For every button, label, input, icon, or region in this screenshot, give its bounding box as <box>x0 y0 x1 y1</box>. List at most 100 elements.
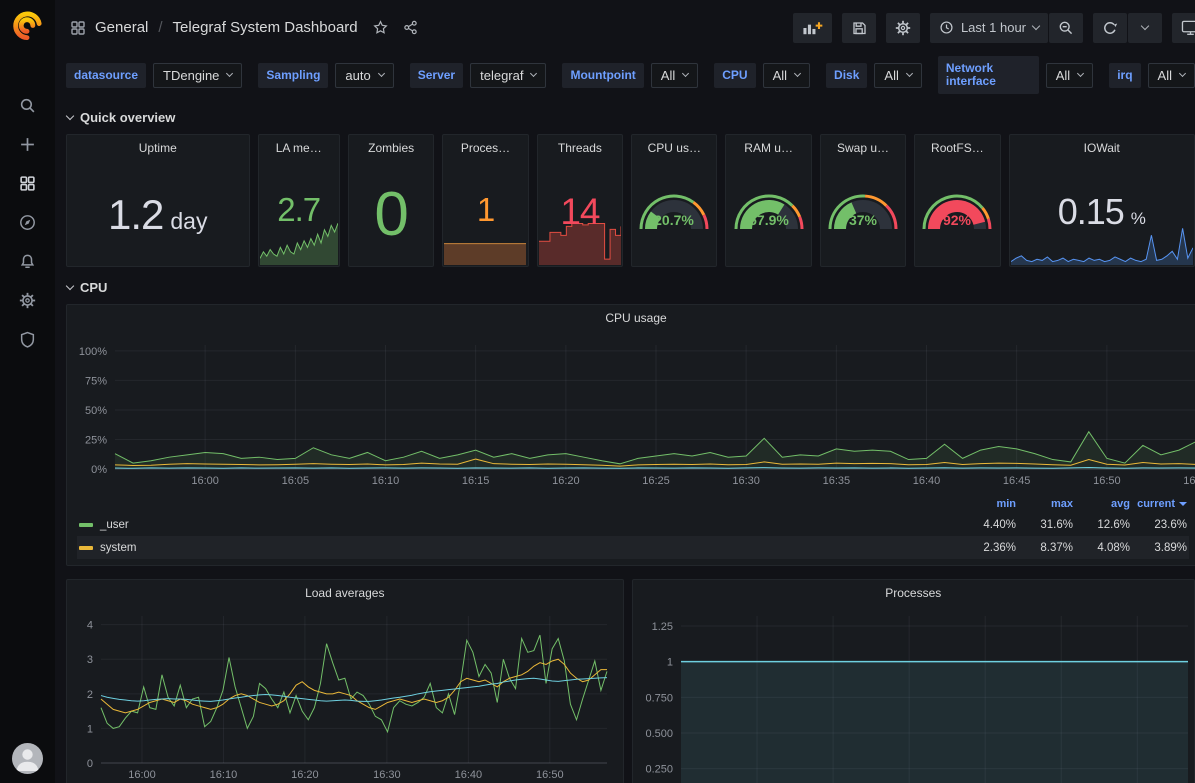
panel-threads: Threads 14 <box>537 134 623 267</box>
legend-header-current[interactable]: current <box>1130 498 1187 510</box>
chevron-down-icon <box>1179 69 1186 76</box>
gear-icon <box>895 20 911 36</box>
variable-mountpoint: Mountpoint All <box>562 63 698 88</box>
panel-title[interactable]: IOWait <box>1010 141 1194 155</box>
cycle-view-mode-button[interactable] <box>1172 13 1195 43</box>
svg-text:37%: 37% <box>849 212 878 228</box>
svg-text:0.500: 0.500 <box>645 728 673 740</box>
zoom-out-button[interactable] <box>1049 13 1083 43</box>
cpu-usage-chart[interactable]: 16:0016:0516:1016:1516:2016:2516:3016:35… <box>75 329 1195 491</box>
variable-label: Network interface <box>938 56 1039 94</box>
sidebar-item-alerting[interactable] <box>0 242 55 281</box>
sidebar-item-search[interactable] <box>0 86 55 125</box>
panel-title[interactable]: RootFS… <box>915 141 999 155</box>
sidebar-item-explore[interactable] <box>0 203 55 242</box>
variable-network-interface: Network interface All <box>938 56 1093 94</box>
svg-text:0.250: 0.250 <box>645 764 673 776</box>
variable-value-dropdown[interactable]: TDengine <box>153 63 242 88</box>
chevron-down-icon <box>1032 21 1040 29</box>
variable-label: irq <box>1109 63 1140 88</box>
stat-value: 0 <box>349 179 433 250</box>
variable-value-dropdown[interactable]: All <box>651 63 698 88</box>
refresh-group <box>1093 13 1162 43</box>
chevron-down-icon <box>906 69 913 76</box>
legend-series-toggle[interactable]: system <box>79 542 959 554</box>
breadcrumb-separator: / <box>157 19 163 36</box>
legend-row-clipped: … 0.696% 4.11% 1.19% 1.04% <box>77 559 1189 565</box>
breadcrumb: General / Telegraf System Dashboard <box>70 19 418 36</box>
gauge: 20.7% <box>634 179 714 231</box>
variable-value-dropdown[interactable]: All <box>1148 63 1195 88</box>
section-cpu[interactable]: CPU <box>67 276 1195 298</box>
svg-text:16:55: 16:55 <box>1183 475 1195 487</box>
variable-value-dropdown[interactable]: auto <box>335 63 393 88</box>
stat-value: 1 <box>443 191 527 229</box>
panel-title[interactable]: Load averages <box>67 586 623 600</box>
sort-caret-icon <box>1179 502 1187 506</box>
svg-text:16:45: 16:45 <box>1003 475 1031 487</box>
panel-title[interactable]: Zombies <box>349 141 433 155</box>
variable-label: datasource <box>66 63 146 88</box>
panel-uptime: Uptime 1.2 day <box>66 134 250 267</box>
save-icon <box>851 20 867 36</box>
variable-irq: irq All <box>1109 63 1195 88</box>
dashboards-grid-icon <box>19 175 36 192</box>
sidebar-item-server-admin[interactable] <box>0 320 55 359</box>
panel-title[interactable]: LA me… <box>259 141 339 155</box>
grafana-logo-icon <box>11 9 44 42</box>
share-icon[interactable] <box>403 20 418 35</box>
panel-title[interactable]: Swap u… <box>821 141 905 155</box>
panel-title[interactable]: CPU usage <box>67 311 1195 325</box>
chevron-down-icon <box>794 69 801 76</box>
section-quick-overview[interactable]: Quick overview <box>67 106 1195 128</box>
sidebar-item-dashboards[interactable] <box>0 164 55 203</box>
panel-title[interactable]: Proces… <box>443 141 527 155</box>
legend-header-max[interactable]: max <box>1016 498 1073 510</box>
variable-value-dropdown[interactable]: All <box>763 63 810 88</box>
gauge: 67.9% <box>729 179 809 231</box>
panel-cpu-usage-chart: CPU usage 16:0016:0516:1016:1516:2016:25… <box>66 304 1195 566</box>
legend-header-min[interactable]: min <box>959 498 1016 510</box>
save-dashboard-button[interactable] <box>842 13 876 43</box>
panel-title[interactable]: Threads <box>538 141 622 155</box>
legend-header-avg[interactable]: avg <box>1073 498 1130 510</box>
grafana-logo[interactable] <box>11 9 44 42</box>
sidebar-item-configuration[interactable] <box>0 281 55 320</box>
user-avatar[interactable] <box>12 743 43 774</box>
time-range-picker[interactable]: Last 1 hour <box>930 13 1048 43</box>
panel-title[interactable]: Processes <box>633 586 1194 600</box>
svg-text:2: 2 <box>87 689 93 701</box>
panel-load-averages: Load averages 16:0016:1016:2016:3016:401… <box>66 579 624 783</box>
svg-text:25%: 25% <box>85 434 107 446</box>
refresh-interval-dropdown[interactable] <box>1128 13 1162 43</box>
processes-chart[interactable]: 1.2510.7500.5000.250 <box>641 608 1194 783</box>
svg-text:0%: 0% <box>91 464 107 476</box>
svg-text:16:25: 16:25 <box>642 475 670 487</box>
sparkline <box>444 240 526 265</box>
variable-value-dropdown[interactable]: telegraf <box>470 63 546 88</box>
legend-series-toggle[interactable]: … <box>79 565 959 566</box>
star-icon[interactable] <box>373 20 388 35</box>
breadcrumb-dashboard-title[interactable]: Telegraf System Dashboard <box>173 19 358 36</box>
svg-text:1: 1 <box>87 723 93 735</box>
breadcrumb-folder[interactable]: General <box>95 19 148 36</box>
variable-label: Sampling <box>258 63 328 88</box>
add-panel-button[interactable] <box>793 13 832 43</box>
panel-title[interactable]: Uptime <box>67 141 249 155</box>
panel-title[interactable]: CPU us… <box>632 141 716 155</box>
add-panel-icon <box>802 20 823 36</box>
clock-icon <box>939 20 954 35</box>
refresh-button[interactable] <box>1093 13 1127 43</box>
load-averages-chart[interactable]: 16:0016:1016:2016:3016:4016:5001234 <box>75 608 615 783</box>
panel-title[interactable]: RAM u… <box>726 141 810 155</box>
variable-value-dropdown[interactable]: All <box>1046 63 1093 88</box>
variable-cpu: CPU All <box>714 63 810 88</box>
dashboard-settings-button[interactable] <box>886 13 920 43</box>
svg-text:16:50: 16:50 <box>536 769 564 781</box>
variable-datasource: datasource TDengine <box>66 63 242 88</box>
legend-series-toggle[interactable]: _user <box>79 519 959 531</box>
variable-value-dropdown[interactable]: All <box>874 63 921 88</box>
search-icon <box>19 97 36 114</box>
sidebar-item-create[interactable] <box>0 125 55 164</box>
dashboard-canvas: Quick overview Uptime 1.2 day LA me… 2.7 <box>55 106 1195 783</box>
